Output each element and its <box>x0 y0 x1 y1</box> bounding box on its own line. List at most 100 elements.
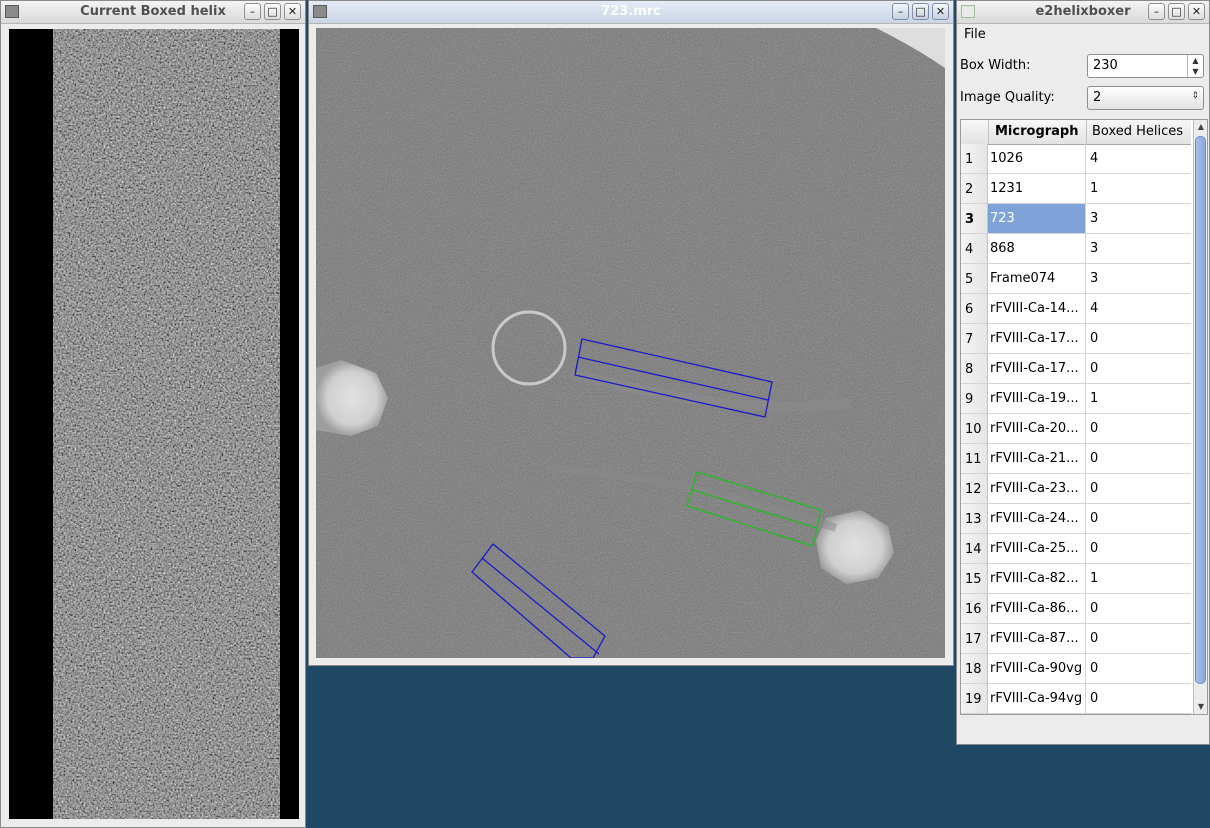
helix-image-view[interactable] <box>9 29 299 819</box>
micrograph-canvas[interactable] <box>316 28 945 658</box>
row-number[interactable]: 8 <box>961 354 988 383</box>
maximize-icon[interactable]: □ <box>912 3 929 20</box>
table-row[interactable]: 9 rFVIII-Ca-19... 1 <box>961 384 1191 414</box>
cell-micrograph[interactable]: 1026 <box>988 144 1086 173</box>
table-corner[interactable] <box>961 120 989 144</box>
table-row[interactable]: 18 rFVIII-Ca-90vg 0 <box>961 654 1191 684</box>
row-number[interactable]: 18 <box>961 654 988 683</box>
scroll-down-icon[interactable]: ▼ <box>1195 700 1207 714</box>
cell-micrograph[interactable]: rFVIII-Ca-86... <box>988 594 1086 623</box>
table-row[interactable]: 5 Frame074 3 <box>961 264 1191 294</box>
cell-boxed-helices[interactable]: 1 <box>1086 564 1191 593</box>
cell-micrograph[interactable]: rFVIII-Ca-25... <box>988 534 1086 563</box>
spin-down-icon[interactable]: ▼ <box>1188 66 1203 77</box>
cell-boxed-helices[interactable]: 0 <box>1086 684 1191 713</box>
table-row[interactable]: 19 rFVIII-Ca-94vg 0 <box>961 684 1191 714</box>
header-micrograph[interactable]: Micrograph <box>995 124 1079 139</box>
cell-micrograph[interactable]: rFVIII-Ca-21... <box>988 444 1086 473</box>
table-row[interactable]: 13 rFVIII-Ca-24... 0 <box>961 504 1191 534</box>
cell-micrograph[interactable]: rFVIII-Ca-17... <box>988 354 1086 383</box>
maximize-icon[interactable]: □ <box>1168 3 1185 20</box>
helix-window-titlebar[interactable]: Current Boxed helix – □ ✕ <box>1 1 305 24</box>
row-number[interactable]: 3 <box>961 204 988 233</box>
cell-boxed-helices[interactable]: 1 <box>1086 174 1191 203</box>
cell-boxed-helices[interactable]: 0 <box>1086 504 1191 533</box>
table-row[interactable]: 6 rFVIII-Ca-14... 4 <box>961 294 1191 324</box>
cell-boxed-helices[interactable]: 0 <box>1086 534 1191 563</box>
cell-micrograph[interactable]: rFVIII-Ca-19... <box>988 384 1086 413</box>
table-scrollbar[interactable]: ▲ ▼ <box>1193 120 1207 714</box>
cell-boxed-helices[interactable]: 1 <box>1086 384 1191 413</box>
cell-boxed-helices[interactable]: 3 <box>1086 204 1191 233</box>
menu-file[interactable]: File <box>964 27 986 42</box>
row-number[interactable]: 10 <box>961 414 988 443</box>
close-icon[interactable]: ✕ <box>284 3 301 20</box>
boxer-window-titlebar[interactable]: e2helixboxer – □ ✕ <box>957 1 1209 24</box>
cell-micrograph[interactable]: rFVIII-Ca-82... <box>988 564 1086 593</box>
minimize-icon[interactable]: – <box>1148 3 1165 20</box>
cell-micrograph[interactable]: rFVIII-Ca-94vg <box>988 684 1086 713</box>
cell-boxed-helices[interactable]: 0 <box>1086 324 1191 353</box>
cell-micrograph[interactable]: 1231 <box>988 174 1086 203</box>
row-number[interactable]: 6 <box>961 294 988 323</box>
cell-micrograph[interactable]: 868 <box>988 234 1086 263</box>
table-row[interactable]: 16 rFVIII-Ca-86... 0 <box>961 594 1191 624</box>
cell-boxed-helices[interactable]: 0 <box>1086 624 1191 653</box>
row-number[interactable]: 12 <box>961 474 988 503</box>
table-row[interactable]: 11 rFVIII-Ca-21... 0 <box>961 444 1191 474</box>
row-number[interactable]: 14 <box>961 534 988 563</box>
row-number[interactable]: 5 <box>961 264 988 293</box>
row-number[interactable]: 9 <box>961 384 988 413</box>
table-row[interactable]: 7 rFVIII-Ca-17... 0 <box>961 324 1191 354</box>
table-row[interactable]: 15 rFVIII-Ca-82... 1 <box>961 564 1191 594</box>
table-row[interactable]: 8 rFVIII-Ca-17... 0 <box>961 354 1191 384</box>
cell-boxed-helices[interactable]: 3 <box>1086 234 1191 263</box>
cell-boxed-helices[interactable]: 4 <box>1086 294 1191 323</box>
cell-micrograph[interactable]: rFVIII-Ca-20... <box>988 414 1086 443</box>
cell-micrograph[interactable]: Frame074 <box>988 264 1086 293</box>
cell-boxed-helices[interactable]: 3 <box>1086 264 1191 293</box>
row-number[interactable]: 11 <box>961 444 988 473</box>
cell-boxed-helices[interactable]: 0 <box>1086 654 1191 683</box>
cell-micrograph[interactable]: 723 <box>988 204 1086 233</box>
cell-boxed-helices[interactable]: 4 <box>1086 144 1191 173</box>
cell-micrograph[interactable]: rFVIII-Ca-17... <box>988 324 1086 353</box>
table-row[interactable]: 3 723 3 <box>961 204 1191 234</box>
row-number[interactable]: 17 <box>961 624 988 653</box>
cell-boxed-helices[interactable]: 0 <box>1086 594 1191 623</box>
close-icon[interactable]: ✕ <box>1188 3 1205 20</box>
scrollbar-thumb[interactable] <box>1195 136 1206 684</box>
cell-micrograph[interactable]: rFVIII-Ca-90vg <box>988 654 1086 683</box>
box-width-spinbox[interactable]: 230 ▲ ▼ <box>1087 54 1204 78</box>
row-number[interactable]: 16 <box>961 594 988 623</box>
cell-boxed-helices[interactable]: 0 <box>1086 444 1191 473</box>
minimize-icon[interactable]: – <box>892 3 909 20</box>
table-row[interactable]: 4 868 3 <box>961 234 1191 264</box>
cell-boxed-helices[interactable]: 0 <box>1086 354 1191 383</box>
row-number[interactable]: 4 <box>961 234 988 263</box>
cell-boxed-helices[interactable]: 0 <box>1086 414 1191 443</box>
scroll-up-icon[interactable]: ▲ <box>1195 120 1207 134</box>
spin-up-icon[interactable]: ▲ <box>1188 55 1203 66</box>
table-row[interactable]: 17 rFVIII-Ca-87... 0 <box>961 624 1191 654</box>
table-row[interactable]: 12 rFVIII-Ca-23... 0 <box>961 474 1191 504</box>
row-number[interactable]: 19 <box>961 684 988 713</box>
table-row[interactable]: 2 1231 1 <box>961 174 1191 204</box>
table-row[interactable]: 14 rFVIII-Ca-25... 0 <box>961 534 1191 564</box>
row-number[interactable]: 13 <box>961 504 988 533</box>
row-number[interactable]: 15 <box>961 564 988 593</box>
close-icon[interactable]: ✕ <box>932 3 949 20</box>
image-quality-combo[interactable]: 2 ⇕ <box>1087 86 1204 110</box>
row-number[interactable]: 2 <box>961 174 988 203</box>
header-boxed-helices[interactable]: Boxed Helices <box>1092 124 1183 139</box>
minimize-icon[interactable]: – <box>244 3 261 20</box>
table-row[interactable]: 10 rFVIII-Ca-20... 0 <box>961 414 1191 444</box>
cell-micrograph[interactable]: rFVIII-Ca-87... <box>988 624 1086 653</box>
cell-micrograph[interactable]: rFVIII-Ca-14... <box>988 294 1086 323</box>
row-number[interactable]: 7 <box>961 324 988 353</box>
table-row[interactable]: 1 1026 4 <box>961 144 1191 174</box>
cell-micrograph[interactable]: rFVIII-Ca-24... <box>988 504 1086 533</box>
maximize-icon[interactable]: □ <box>264 3 281 20</box>
cell-micrograph[interactable]: rFVIII-Ca-23... <box>988 474 1086 503</box>
micrograph-window-titlebar[interactable]: 723.mrc – □ ✕ <box>309 1 953 24</box>
